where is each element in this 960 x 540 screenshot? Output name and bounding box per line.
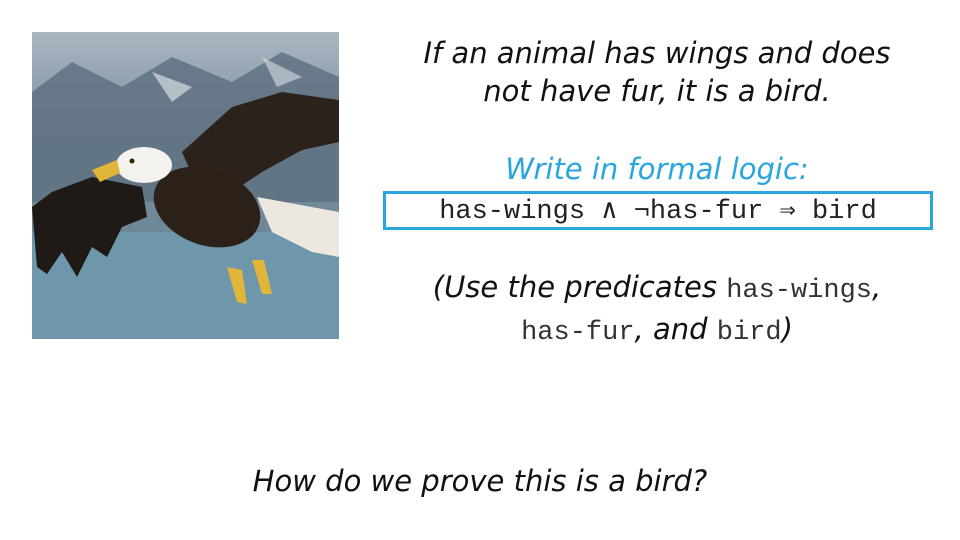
bald-eagle-photo [32, 32, 339, 339]
note-middle: , and [634, 312, 708, 346]
rule-statement-line-2: not have fur, it is a bird. [483, 74, 831, 108]
note-comma: , [872, 270, 882, 304]
predicate-bird: bird [716, 318, 782, 348]
note-open: (Use the predicates [432, 270, 717, 304]
proof-question: How do we prove this is a bird? [252, 464, 708, 498]
predicates-note: (Use the predicates has-wings, has-fur, … [372, 268, 942, 352]
rule-statement-line-1: If an animal has wings and does [423, 36, 891, 70]
formal-logic-prompt: Write in formal logic: [505, 152, 809, 186]
formula-text: has-wings ∧ ¬has-fur ⇒ bird [439, 197, 877, 227]
rule-statement: If an animal has wings and does not have… [372, 34, 942, 110]
predicate-has-fur: has-fur [521, 318, 635, 348]
note-close: ) [781, 312, 793, 346]
eagle-illustration [32, 32, 339, 339]
predicate-has-wings: has-wings [726, 276, 873, 306]
formula-box: has-wings ∧ ¬has-fur ⇒ bird [383, 191, 933, 230]
